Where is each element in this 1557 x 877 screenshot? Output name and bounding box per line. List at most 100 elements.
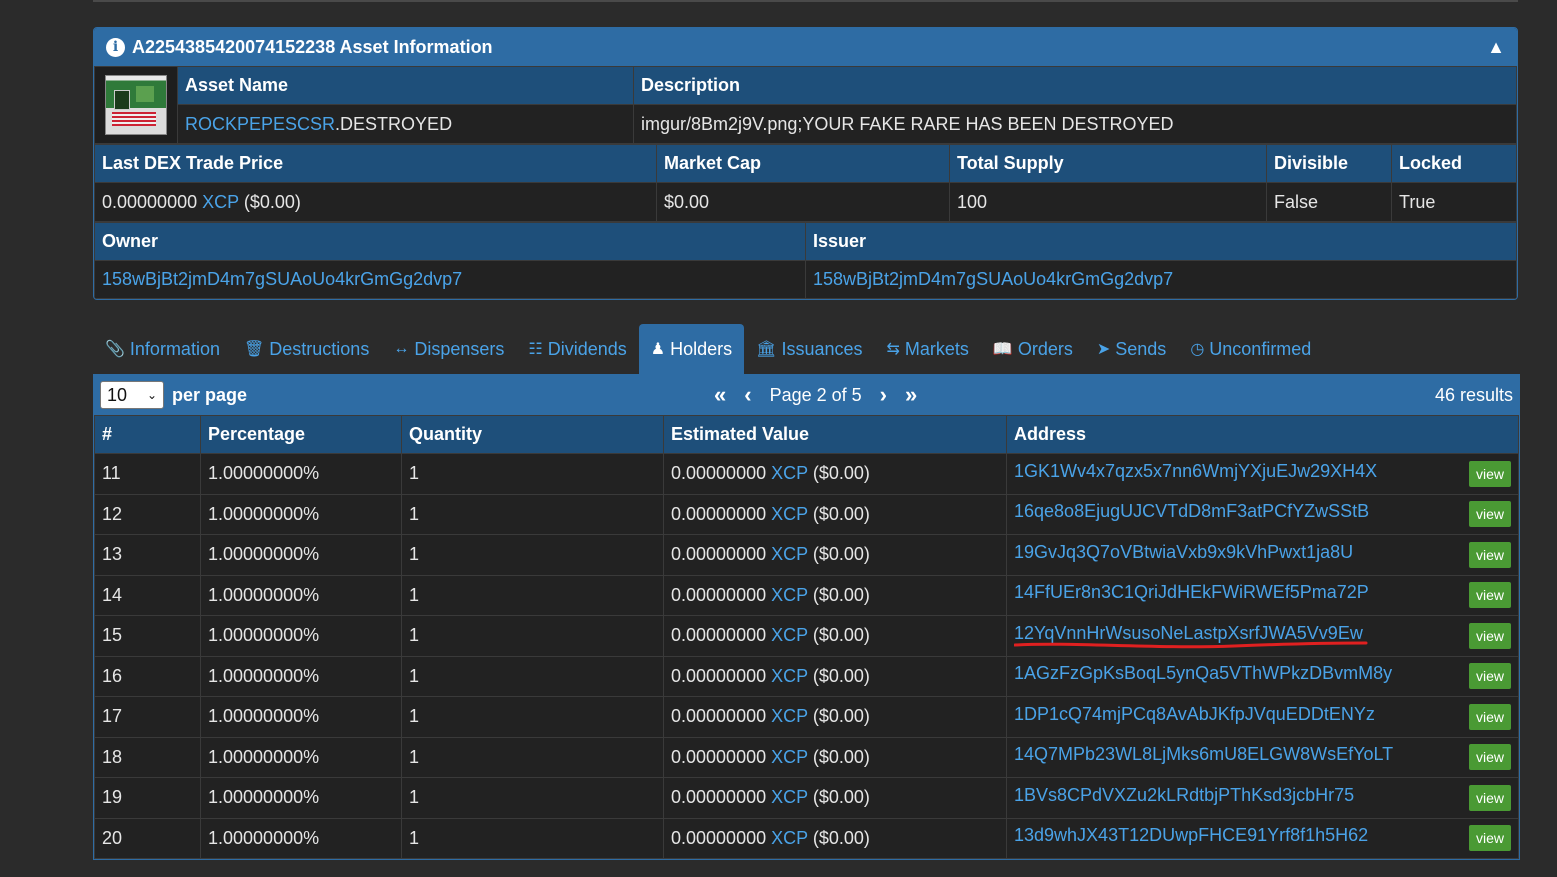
view-button[interactable]: view [1468,541,1511,568]
tab-holders[interactable]: ♟ Holders [638,324,745,374]
tab-destructions[interactable]: 🗑 Destructions [232,324,381,374]
address-link[interactable]: 14Q7MPb23WL8LjMks6mU8ELGW8WsEfYoLT [1014,744,1393,764]
row-quantity: 1 [401,696,664,738]
row-number: 14 [94,574,201,616]
table-row: 14 1.00000000% 1 0.00000000 XCP ($0.00) 14Ff… [94,574,1519,616]
row-estimated-value: 0.00000000 XCP ($0.00) [663,615,1007,657]
owner-issuer-table: Owner Issuer 158wBjBt2jmD4m7gSUAoUo4krGm… [94,222,1517,299]
row-percentage: 1.00000000% [200,453,402,495]
table-row: 18 1.00000000% 1 0.00000000 XCP ($0.00) 14Q7… [94,736,1519,778]
view-button[interactable]: view [1468,663,1511,690]
xcp-link[interactable]: XCP [771,666,808,686]
view-button[interactable]: view [1468,825,1511,852]
row-percentage: 1.00000000% [200,534,402,576]
view-button[interactable]: view [1468,460,1511,487]
asset-name-table: Asset Name Description ROCKPEPESCSR.DEST… [94,66,1517,144]
row-estimated-value: 0.00000000 XCP ($0.00) [663,696,1007,738]
tab-dividends[interactable]: ☷ Dividends [516,324,638,374]
view-button[interactable]: view [1468,582,1511,609]
pager-bar: 10 ⌄ per page « ‹ Page 2 of 5 › » 46 resu… [94,375,1519,415]
address-link[interactable]: 1GK1Wv4x7qzx5x7nn6WmjYXjuEJw29XH4X [1014,461,1377,481]
address-link[interactable]: 16qe8o8EjugUJCVTdD8mF3atPCfYZwSStB [1014,501,1369,521]
total-supply-value: 100 [949,182,1267,222]
row-quantity: 1 [401,777,664,819]
chevron-down-icon: ⌄ [146,388,157,402]
row-estimated-value: 0.00000000 XCP ($0.00) [663,817,1007,859]
asset-thumbnail[interactable] [105,75,167,135]
xcp-link[interactable]: XCP [771,706,808,726]
issuer-link[interactable]: 158wBjBt2jmD4m7gSUAoUo4krGmGg2dvp7 [813,269,1173,289]
xcp-link[interactable]: XCP [771,787,808,807]
address-link[interactable]: 14FfUEr8n3C1QriJdHEkFWiRWEf5Pma72P [1014,582,1369,602]
xcp-link[interactable]: XCP [771,504,808,524]
next-page-icon[interactable]: › [880,382,887,408]
row-estimated-value: 0.00000000 XCP ($0.00) [663,534,1007,576]
locked-value: True [1391,182,1517,222]
row-estimated-value: 0.00000000 XCP ($0.00) [663,453,1007,495]
xcp-link[interactable]: XCP [771,747,808,767]
address-link[interactable]: 1DP1cQ74mjPCq8AvAbJKfpJVquEDDtENYz [1014,704,1375,724]
tab-sends[interactable]: ➤ Sends [1085,324,1178,374]
row-quantity: 1 [401,655,664,697]
tab-unconfirmed[interactable]: ◷ Unconfirmed [1178,324,1323,374]
trash-icon: 🗑 [243,341,265,358]
row-address: 1GK1Wv4x7qzx5x7nn6WmjYXjuEJw29XH4X view [1006,453,1519,495]
table-row: 20 1.00000000% 1 0.00000000 XCP ($0.00) 13d9… [94,817,1519,859]
row-percentage: 1.00000000% [200,493,402,535]
holders-panel: 10 ⌄ per page « ‹ Page 2 of 5 › » 46 resu… [93,374,1520,860]
asset-info-panel: i A2254385420074152238 Asset Information… [93,27,1518,300]
first-page-icon[interactable]: « [714,382,726,408]
view-button[interactable]: view [1468,784,1511,811]
asset-name-value: ROCKPEPESCSR.DESTROYED [177,104,634,144]
issuer-value: 158wBjBt2jmD4m7gSUAoUo4krGmGg2dvp7 [805,260,1517,299]
row-address: 14FfUEr8n3C1QriJdHEkFWiRWEf5Pma72P view [1006,574,1519,616]
xcp-link[interactable]: XCP [771,544,808,564]
view-button[interactable]: view [1468,703,1511,730]
row-percentage: 1.00000000% [200,777,402,819]
book-icon: 📖 [992,341,1013,358]
per-page-select[interactable]: 10 ⌄ [100,381,164,409]
chevron-up-icon[interactable]: ▲ [1487,37,1505,58]
xcp-link[interactable]: XCP [771,625,808,645]
xcp-link[interactable]: XCP [771,463,808,483]
xcp-link[interactable]: XCP [202,192,239,212]
row-address: 12YqVnnHrWsusoNeLastpXsrfJWA5Vv9Ew view [1006,615,1519,657]
row-percentage: 1.00000000% [200,736,402,778]
table-row: 19 1.00000000% 1 0.00000000 XCP ($0.00) 1BVs… [94,777,1519,819]
address-link[interactable]: 1BVs8CPdVXZu2kLRdtbjPThKsd3jcbHr75 [1014,785,1354,805]
tab-issuances[interactable]: 🏛 Issuances [744,324,874,374]
view-button[interactable]: view [1468,744,1511,771]
row-number: 16 [94,655,201,697]
last-price-header: Last DEX Trade Price [94,144,657,183]
address-link[interactable]: 19GvJq3Q7oVBtwiaVxb9x9kVhPwxt1ja8U [1014,542,1353,562]
tab-markets[interactable]: ⇆ Markets [875,324,981,374]
owner-header: Owner [94,222,806,261]
last-page-icon[interactable]: » [905,382,917,408]
row-percentage: 1.00000000% [200,655,402,697]
per-page-label: per page [172,384,248,405]
prev-page-icon[interactable]: ‹ [744,382,751,408]
arrows-h-icon: ↔ [393,340,410,357]
asset-name-link[interactable]: ROCKPEPESCSR [185,114,335,134]
xcp-link[interactable]: XCP [771,585,808,605]
row-quantity: 1 [401,493,664,535]
clock-icon: ◷ [1190,341,1205,358]
asset-name-header: Asset Name [177,66,634,105]
owner-value: 158wBjBt2jmD4m7gSUAoUo4krGmGg2dvp7 [94,260,806,299]
xcp-link[interactable]: XCP [771,828,808,848]
view-button[interactable]: view [1468,622,1511,649]
row-quantity: 1 [401,574,664,616]
address-link[interactable]: 12YqVnnHrWsusoNeLastpXsrfJWA5Vv9Ew [1014,623,1363,643]
tab-dispensers[interactable]: ↔ Dispensers [381,324,516,374]
address-link[interactable]: 1AGzFzGpKsBoqL5ynQa5VThWPkzDBvmM8y [1014,663,1392,683]
row-percentage: 1.00000000% [200,574,402,616]
tab-orders[interactable]: 📖 Orders [981,324,1085,374]
tab-information[interactable]: 📎 Information [93,324,232,374]
table-row: 13 1.00000000% 1 0.00000000 XCP ($0.00) 19Gv… [94,534,1519,576]
panel-header[interactable]: i A2254385420074152238 Asset Information… [94,28,1517,66]
description-value: imgur/8Bm2j9V.png;YOUR FAKE RARE HAS BEE… [633,104,1517,144]
owner-link[interactable]: 158wBjBt2jmD4m7gSUAoUo4krGmGg2dvp7 [102,269,462,289]
row-quantity: 1 [401,817,664,859]
address-link[interactable]: 13d9whJX43T12DUwpFHCE91Yrf8f1h5H62 [1014,825,1368,845]
view-button[interactable]: view [1468,501,1511,528]
